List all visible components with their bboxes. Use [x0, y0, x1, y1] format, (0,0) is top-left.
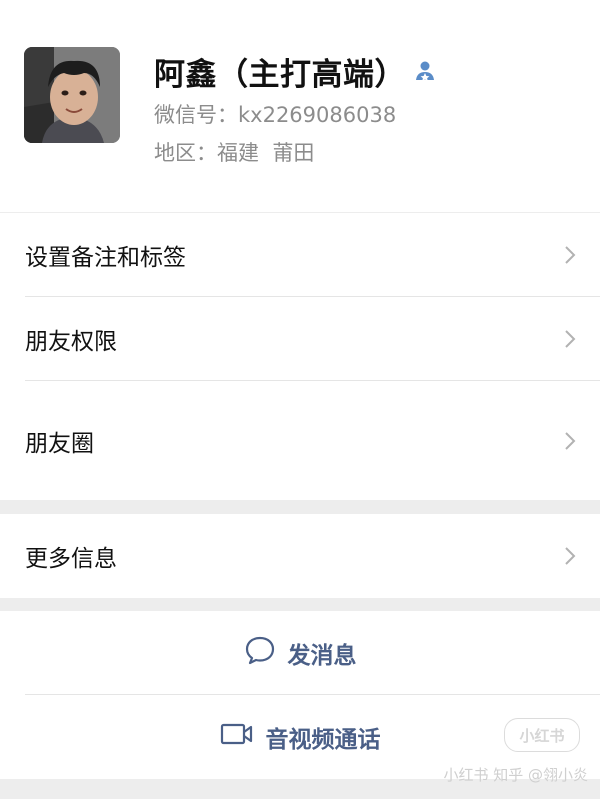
settings-card: 设置备注和标签 朋友权限 朋友圈: [0, 213, 600, 500]
profile-header: 阿鑫（主打高端） 微信号：kx2269086038 地区：福建 莆田: [0, 0, 600, 212]
menu-item-label: 朋友圈: [25, 430, 94, 457]
more-info-card: 更多信息: [0, 514, 600, 598]
contact-name: 阿鑫（主打高端）: [154, 56, 406, 93]
video-camera-icon: [220, 722, 254, 752]
chevron-right-icon: [565, 330, 576, 348]
wechat-id-line: 微信号：kx2269086038: [154, 99, 396, 129]
chevron-right-icon: [565, 431, 576, 450]
wechat-id-value: kx2269086038: [238, 103, 397, 127]
send-message-label: 发消息: [287, 643, 357, 669]
name-row: 阿鑫（主打高端）: [154, 50, 438, 93]
menu-item-label: 朋友权限: [25, 329, 117, 355]
menu-item-label: 更多信息: [25, 546, 117, 572]
watermark-text: 小红书 知乎 @翎小炎: [443, 766, 588, 784]
user-star-icon: [414, 59, 438, 83]
wechat-id-label: 微信号：: [154, 103, 238, 127]
send-message-button[interactable]: 发消息: [0, 611, 600, 695]
menu-item-more-info[interactable]: 更多信息: [0, 514, 600, 598]
chevron-right-icon: [565, 547, 576, 565]
chevron-right-icon: [565, 246, 576, 264]
menu-item-friend-permissions[interactable]: 朋友权限: [0, 297, 600, 381]
menu-item-label: 设置备注和标签: [25, 245, 186, 271]
region-value: 福建 莆田: [217, 141, 315, 165]
watermark-badge: 小红书: [504, 718, 580, 752]
contact-profile-page: 阿鑫（主打高端） 微信号：kx2269086038 地区：福建 莆田 设置备注和…: [0, 0, 600, 799]
avatar[interactable]: [24, 47, 120, 143]
actions-card: 发消息 音视频通话: [0, 611, 600, 779]
menu-item-remarks-tags[interactable]: 设置备注和标签: [0, 213, 600, 297]
chat-bubble-icon: [244, 635, 276, 671]
menu-item-moments[interactable]: 朋友圈: [0, 381, 600, 500]
video-call-label: 音视频通话: [265, 727, 381, 753]
region-line: 地区：福建 莆田: [154, 137, 314, 167]
region-label: 地区：: [154, 141, 217, 165]
